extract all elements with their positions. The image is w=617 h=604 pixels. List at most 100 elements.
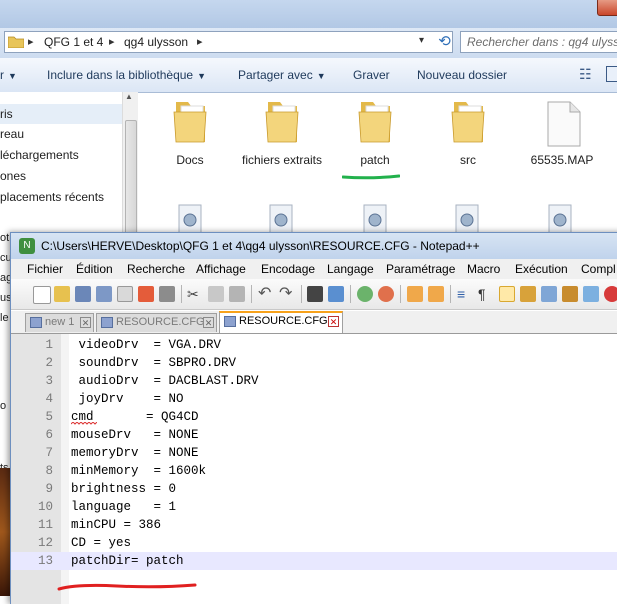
zoom-in-icon[interactable] <box>357 286 373 302</box>
include-library-button[interactable]: Inclure dans la bibliothèque ▼ <box>47 68 206 82</box>
address-row: ▸ QFG 1 et 4 ▸ qg4 ulysson ▸ ▾ ⟲ Recherc… <box>0 28 617 58</box>
cut-icon[interactable]: ✂ <box>187 286 203 302</box>
code-line[interactable]: 9 brightness = 0 <box>11 480 617 498</box>
line-text: videoDrv = VGA.DRV <box>71 338 222 352</box>
close-file-icon[interactable] <box>117 286 133 302</box>
explorer-titlebar <box>0 0 617 28</box>
share-with-button[interactable]: Partager avec ▼ <box>238 68 326 82</box>
code-line[interactable]: 6 mouseDrv = NONE <box>11 426 617 444</box>
menu-macro[interactable]: Macro <box>467 262 500 276</box>
indent-guide-icon[interactable] <box>499 286 515 302</box>
chevron-down-icon[interactable]: ▾ <box>419 35 424 46</box>
search-input[interactable]: Rechercher dans : qg4 ulysson <box>460 31 617 53</box>
code-line[interactable]: 12 CD = yes <box>11 534 617 552</box>
nav-item-zones[interactable]: ones <box>0 166 26 186</box>
menu-fichier[interactable]: Fichier <box>27 262 63 276</box>
menu-affichage[interactable]: Affichage <box>196 262 246 276</box>
breadcrumb-separator-icon[interactable]: ▸ <box>197 35 203 48</box>
text-editor[interactable]: 1 videoDrv = VGA.DRV 2 soundDrv = SBPRO.… <box>11 334 617 604</box>
breadcrumb-item[interactable]: QFG 1 et 4 <box>44 35 103 49</box>
config-file-icon[interactable] <box>360 203 390 235</box>
scroll-up-icon[interactable]: ▲ <box>125 92 133 101</box>
notepadpp-titlebar[interactable]: N C:\Users\HERVE\Desktop\QFG 1 et 4\qg4 … <box>11 233 617 259</box>
nav-item-recent-places[interactable]: placements récents <box>0 187 104 207</box>
refresh-icon[interactable]: ⟲ <box>435 33 454 51</box>
close-icon[interactable]: ✕ <box>328 316 339 327</box>
file-name: patch <box>360 153 390 167</box>
code-line[interactable]: 11 minCPU = 386 <box>11 516 617 534</box>
print-icon[interactable] <box>159 286 175 302</box>
copy-icon[interactable] <box>208 286 224 302</box>
breadcrumb-item[interactable]: qg4 ulysson <box>124 35 188 49</box>
config-file-icon[interactable] <box>266 203 296 235</box>
toolbar-separator <box>350 285 351 303</box>
close-icon[interactable]: ✕ <box>80 317 91 328</box>
user-language-icon[interactable] <box>520 286 536 302</box>
config-file-icon[interactable] <box>175 203 205 235</box>
folder-icon <box>8 36 24 48</box>
line-number: 5 <box>45 410 53 424</box>
save-icon[interactable] <box>75 286 91 302</box>
open-file-icon[interactable] <box>54 286 70 302</box>
close-icon[interactable]: ✕ <box>203 317 214 328</box>
nav-item-fragment[interactable]: le <box>0 312 9 324</box>
window-close-button[interactable] <box>597 0 617 16</box>
config-file-icon[interactable] <box>545 203 575 235</box>
function-list-icon[interactable] <box>562 286 578 302</box>
word-wrap-icon[interactable]: ≡ <box>457 286 473 302</box>
line-number: 12 <box>37 536 53 550</box>
tab-new-1[interactable]: new 1 ✕ <box>25 313 94 332</box>
menu-recherche[interactable]: Recherche <box>127 262 185 276</box>
code-line[interactable]: 8 minMemory = 1600k <box>11 462 617 480</box>
organize-button[interactable]: r ▼ <box>0 68 17 82</box>
paste-icon[interactable] <box>229 286 245 302</box>
view-options-icon[interactable]: ☷ <box>579 66 595 82</box>
code-line[interactable]: 7 memoryDrv = NONE <box>11 444 617 462</box>
code-line[interactable]: 1 videoDrv = VGA.DRV <box>11 336 617 354</box>
new-file-icon[interactable] <box>33 286 51 304</box>
breadcrumb-separator-icon[interactable]: ▸ <box>109 35 115 48</box>
nav-item-downloads[interactable]: léchargements <box>0 145 79 165</box>
doc-map-icon[interactable] <box>541 286 557 302</box>
line-number: 3 <box>45 374 53 388</box>
record-macro-icon[interactable] <box>604 286 617 302</box>
code-line[interactable]: 4 joyDrv = NO <box>11 390 617 408</box>
code-line[interactable]: 5 cmd = QG4CD <box>11 408 617 426</box>
menu-langage[interactable]: Langage <box>327 262 374 276</box>
replace-icon[interactable] <box>328 286 344 302</box>
save-all-icon[interactable] <box>96 286 112 302</box>
code-line-current[interactable]: 13 patchDir= patch <box>11 552 617 570</box>
preview-pane-icon[interactable] <box>606 66 617 82</box>
nav-item-favorites[interactable]: ris <box>0 104 122 124</box>
nav-item-fragment[interactable]: ot <box>0 232 9 244</box>
address-bar[interactable]: ▸ QFG 1 et 4 ▸ qg4 ulysson ▸ ▾ ⟲ <box>4 31 453 53</box>
line-number: 9 <box>45 482 53 496</box>
config-file-icon[interactable] <box>452 203 482 235</box>
code-line[interactable]: 2 soundDrv = SBPRO.DRV <box>11 354 617 372</box>
code-line[interactable]: 10 language = 1 <box>11 498 617 516</box>
show-all-chars-icon[interactable]: ¶ <box>478 286 494 302</box>
nav-item-desktop[interactable]: reau <box>0 124 24 144</box>
redo-icon[interactable]: ↷ <box>279 286 295 302</box>
tab-resource-cfg[interactable]: RESOURCE.CFG ✕ <box>96 313 217 332</box>
close-all-icon[interactable] <box>138 286 154 302</box>
menu-edition[interactable]: Édition <box>76 262 113 276</box>
zoom-out-icon[interactable] <box>378 286 394 302</box>
sync-vertical-icon[interactable] <box>407 286 423 302</box>
menu-execution[interactable]: Exécution <box>515 262 568 276</box>
new-folder-button[interactable]: Nouveau dossier <box>417 68 507 82</box>
menu-encodage[interactable]: Encodage <box>261 262 315 276</box>
menu-complements[interactable]: Compl <box>581 262 616 276</box>
undo-icon[interactable]: ↶ <box>258 286 274 302</box>
dropdown-arrow-icon: ▼ <box>316 71 326 81</box>
breadcrumb-separator-icon[interactable]: ▸ <box>28 35 34 48</box>
nav-item-fragment[interactable]: o <box>0 400 6 412</box>
tab-resource-cfg-active[interactable]: RESOURCE.CFG ✕ <box>219 311 343 333</box>
toolbar-separator <box>251 285 252 303</box>
sync-horizontal-icon[interactable] <box>428 286 444 302</box>
burn-button[interactable]: Graver <box>353 68 390 82</box>
code-line[interactable]: 3 audioDrv = DACBLAST.DRV <box>11 372 617 390</box>
folder-workspace-icon[interactable] <box>583 286 599 302</box>
find-icon[interactable] <box>307 286 323 302</box>
menu-parametrage[interactable]: Paramétrage <box>386 262 455 276</box>
